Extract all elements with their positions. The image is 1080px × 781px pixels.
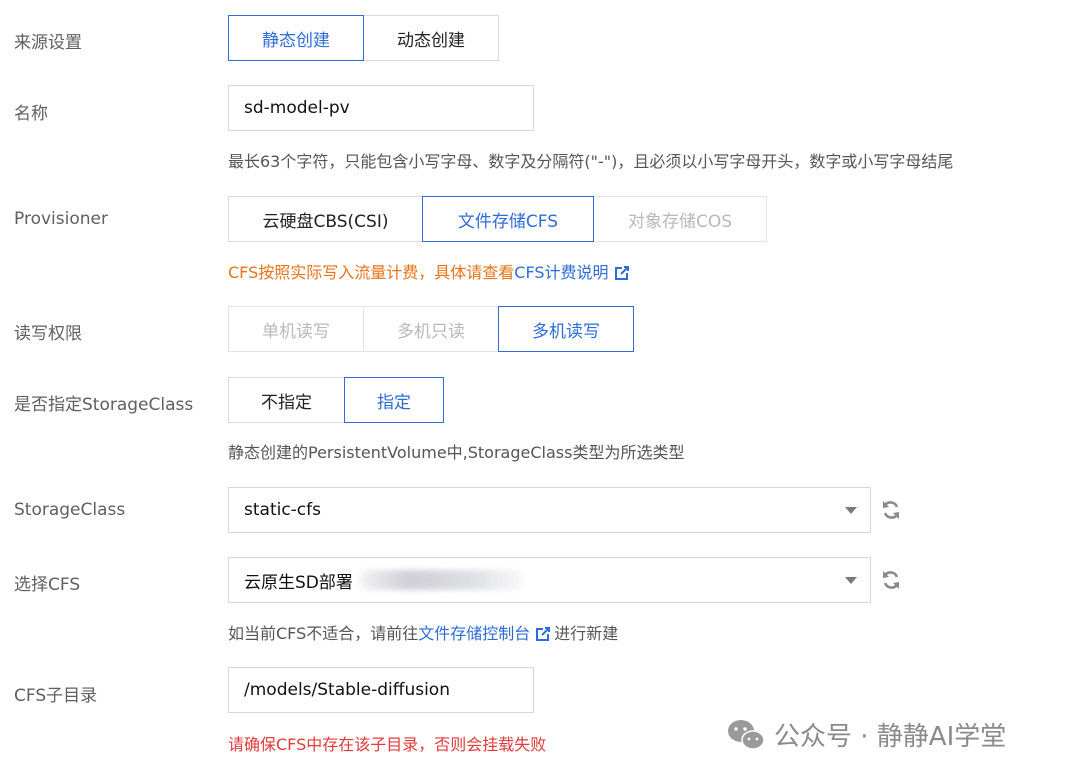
cfs-subdir-input[interactable]: /models/Stable-diffusion [228, 667, 534, 713]
provisioner-hint-text: CFS按照实际写入流量计费，具体请查看 [228, 263, 515, 282]
source-option-dynamic[interactable]: 动态创建 [363, 15, 499, 61]
source-segmented-control: 静态创建 动态创建 [228, 15, 499, 61]
cfs-console-link[interactable]: 文件存储控制台 [418, 624, 530, 643]
provisioner-label: Provisioner [14, 209, 108, 229]
access-label: 读写权限 [14, 324, 82, 344]
cfs-hint: 如当前CFS不适合，请前往文件存储控制台 进行新建 [228, 620, 618, 645]
refresh-icon[interactable] [880, 569, 902, 591]
watermark-text: 公众号 · 静静AI学堂 [774, 722, 1007, 752]
specify-option-no[interactable]: 不指定 [228, 377, 345, 423]
watermark: 公众号 · 静静AI学堂 [726, 716, 1006, 753]
name-label: 名称 [14, 104, 48, 124]
access-segmented-control: 单机读写 多机只读 多机读写 [228, 306, 634, 352]
cfs-label: 选择CFS [14, 575, 81, 595]
cfs-billing-link[interactable]: CFS计费说明 [514, 263, 608, 282]
name-input[interactable]: sd-model-pv [228, 85, 534, 131]
specify-storageclass-segmented-control: 不指定 指定 [228, 377, 444, 423]
access-option-multi-rw[interactable]: 多机读写 [498, 306, 634, 352]
provisioner-option-cbs[interactable]: 云硬盘CBS(CSI) [228, 196, 423, 242]
refresh-icon[interactable] [880, 499, 902, 521]
access-option-single-rw: 单机读写 [228, 306, 364, 352]
cfs-subdir-label: CFS子目录 [14, 686, 98, 706]
provisioner-option-cos: 对象存储COS [593, 196, 767, 242]
source-label: 来源设置 [14, 33, 82, 53]
cfs-hint-before: 如当前CFS不适合，请前往 [228, 624, 419, 643]
wechat-icon [728, 719, 765, 750]
cfs-select[interactable]: 云原生SD部署 [228, 557, 871, 603]
redacted-region [358, 570, 524, 590]
storageclass-select[interactable]: static-cfs [228, 487, 871, 533]
chevron-down-icon [845, 507, 857, 514]
storageclass-label: StorageClass [14, 500, 126, 520]
cfs-subdir-hint: 请确保CFS中存在该子目录，否则会挂载失败 [228, 735, 547, 754]
specify-storageclass-hint: 静态创建的PersistentVolume中,StorageClass类型为所选… [228, 443, 685, 462]
specify-option-yes[interactable]: 指定 [344, 377, 444, 423]
cfs-value: 云原生SD部署 [244, 572, 353, 593]
access-option-multi-ro: 多机只读 [363, 306, 499, 352]
chevron-down-icon [845, 577, 857, 584]
external-link-icon[interactable] [614, 265, 629, 284]
provisioner-option-cfs[interactable]: 文件存储CFS [422, 196, 594, 242]
source-option-static[interactable]: 静态创建 [228, 15, 364, 61]
provisioner-segmented-control: 云硬盘CBS(CSI) 文件存储CFS 对象存储COS [228, 196, 767, 242]
storageclass-value: static-cfs [244, 500, 321, 520]
provisioner-hint: CFS按照实际写入流量计费，具体请查看CFS计费说明 [228, 259, 633, 284]
specify-storageclass-label: 是否指定StorageClass [14, 395, 194, 415]
cfs-hint-after: 进行新建 [554, 624, 619, 643]
external-link-icon[interactable] [536, 626, 551, 645]
name-hint: 最长63个字符，只能包含小写字母、数字及分隔符("-")，且必须以小写字母开头，… [228, 152, 954, 171]
